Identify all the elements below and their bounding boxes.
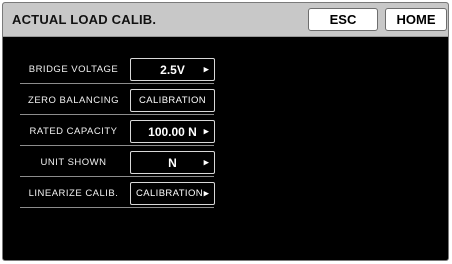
rated-capacity-select[interactable]: 100.00 N ▶ bbox=[130, 120, 215, 143]
right-triangle-icon: ▶ bbox=[203, 66, 209, 73]
bridge-voltage-select[interactable]: 2.5V ▶ bbox=[130, 58, 215, 81]
page-title: ACTUAL LOAD CALIB. bbox=[12, 12, 157, 27]
linearize-calib-value: CALIBRATION bbox=[135, 188, 204, 199]
row-divider bbox=[20, 83, 214, 84]
unit-shown-value: N bbox=[168, 155, 177, 170]
rated-capacity-value: 100.00 N bbox=[148, 124, 197, 139]
home-button[interactable]: HOME bbox=[385, 8, 447, 31]
bridge-voltage-label: BRIDGE VOLTAGE bbox=[28, 64, 119, 75]
row-divider bbox=[20, 114, 214, 115]
zero-balancing-button[interactable]: CALIBRATION bbox=[130, 89, 215, 112]
right-triangle-icon: ▶ bbox=[203, 128, 209, 135]
right-triangle-icon: ▶ bbox=[203, 159, 209, 166]
title-bar: ACTUAL LOAD CALIB. ESC HOME bbox=[3, 3, 448, 37]
linearize-calib-label: LINEARIZE CALIB. bbox=[28, 188, 119, 199]
row-divider bbox=[20, 207, 214, 208]
bridge-voltage-value: 2.5V bbox=[160, 62, 185, 77]
zero-balancing-label: ZERO BALANCING bbox=[28, 95, 119, 106]
rated-capacity-label: RATED CAPACITY bbox=[29, 126, 118, 137]
row-divider bbox=[20, 176, 214, 177]
esc-button[interactable]: ESC bbox=[308, 8, 378, 31]
right-triangle-icon: ▶ bbox=[203, 190, 209, 197]
screen: ACTUAL LOAD CALIB. ESC HOME BRIDGE VOLTA… bbox=[2, 2, 449, 261]
unit-shown-label: UNIT SHOWN bbox=[40, 157, 107, 168]
zero-balancing-value: CALIBRATION bbox=[138, 95, 207, 106]
row-divider bbox=[20, 145, 214, 146]
unit-shown-select[interactable]: N ▶ bbox=[130, 151, 215, 174]
linearize-calib-button[interactable]: CALIBRATION ▶ bbox=[130, 182, 215, 205]
